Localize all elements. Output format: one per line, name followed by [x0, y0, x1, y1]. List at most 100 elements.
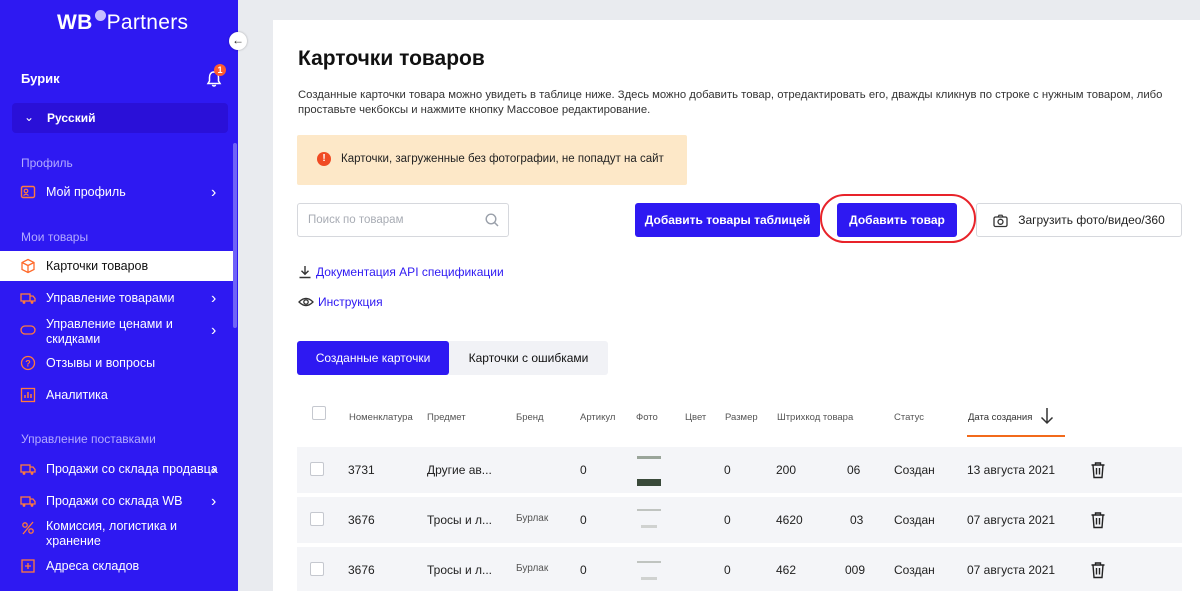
- cell-barcode-end: 009: [845, 563, 866, 577]
- chevron-right-icon: ›: [211, 322, 217, 339]
- column-header[interactable]: Артикул: [580, 412, 615, 423]
- cell-barcode: 4620: [776, 513, 803, 527]
- truck-icon: [20, 496, 36, 507]
- chevron-right-icon: ›: [211, 290, 217, 307]
- sidebar-item-label: Карточки товаров: [46, 259, 149, 273]
- table-row[interactable]: 3676 Тросы и л... Бурлак 0 0 4620 03 Соз…: [297, 497, 1182, 543]
- column-header[interactable]: Фото: [636, 412, 658, 423]
- notification-badge: 1: [214, 64, 226, 76]
- highlight-circle: [820, 194, 976, 243]
- eye-icon: [298, 297, 314, 307]
- logo[interactable]: WB Partners: [57, 10, 188, 35]
- trash-icon[interactable]: [1090, 561, 1106, 579]
- truck-icon: [20, 293, 36, 304]
- api-docs-link[interactable]: Документация API спецификации: [298, 265, 504, 279]
- sidebar-item-label: Отзывы и вопросы: [46, 356, 156, 370]
- language-selector[interactable]: ⌄ Русский: [12, 103, 228, 133]
- section-title-my-goods: Мои товары: [21, 230, 89, 244]
- cell-nomenclature: 3676: [348, 563, 375, 577]
- table-header: Номенклатура Предмет Бренд Артикул Фото …: [297, 400, 1182, 440]
- download-icon: [299, 266, 311, 279]
- sidebar-scrollbar[interactable]: [233, 143, 237, 328]
- column-header[interactable]: Цвет: [685, 412, 706, 423]
- sidebar-item-product-cards[interactable]: Карточки товаров: [0, 251, 236, 281]
- select-all-checkbox[interactable]: [312, 406, 326, 420]
- sidebar-item-label: Продажи со склада продавца: [46, 462, 218, 476]
- price-tag-icon: [20, 325, 36, 335]
- question-icon: ?: [20, 355, 36, 371]
- tab-error-cards[interactable]: Карточки с ошибками: [449, 341, 608, 375]
- column-header[interactable]: Размер: [725, 412, 758, 423]
- sidebar-item-goods-management[interactable]: Управление товарами ›: [0, 290, 236, 308]
- cell-article: 0: [580, 463, 587, 477]
- table-row[interactable]: 3676 Тросы и л... Бурлак 0 0 462 009 Соз…: [297, 547, 1182, 591]
- camera-icon: [993, 214, 1008, 227]
- trash-icon[interactable]: [1090, 511, 1106, 529]
- sidebar-item-my-profile[interactable]: Мой профиль ›: [0, 184, 236, 202]
- table-row[interactable]: 3731 Другие ав... 0 0 200 06 Создан 13 а…: [297, 447, 1182, 493]
- column-header[interactable]: Номенклатура: [349, 412, 413, 423]
- cell-barcode-end: 06: [847, 463, 861, 477]
- language-label: Русский: [47, 111, 96, 125]
- cell-date: 07 августа 2021: [967, 563, 1056, 577]
- cell-article: 0: [580, 513, 587, 527]
- cell-nomenclature: 3731: [348, 463, 375, 477]
- api-docs-label: Документация API спецификации: [316, 265, 504, 279]
- search-placeholder: Поиск по товарам: [308, 214, 404, 226]
- sidebar: WB Partners Бурик 1 ⌄ Русский Профиль Мой…: [0, 0, 238, 591]
- box-icon: [21, 258, 35, 274]
- column-header[interactable]: Бренд: [516, 412, 544, 423]
- cell-brand: Бурлак: [516, 513, 549, 524]
- main-content: Карточки товаров Созданные карточки това…: [273, 20, 1200, 591]
- sort-indicator: [967, 435, 1065, 437]
- column-header-date[interactable]: Дата создания: [968, 412, 1032, 423]
- add-goods-table-button[interactable]: Добавить товары таблицей: [635, 203, 820, 237]
- instruction-link[interactable]: Инструкция: [298, 295, 383, 309]
- column-header[interactable]: Штрихкод товара: [777, 412, 853, 423]
- sidebar-item-commission[interactable]: Комиссия, логистика и хранение: [0, 518, 236, 550]
- collapse-sidebar-icon[interactable]: ←: [229, 32, 247, 50]
- column-header[interactable]: Предмет: [427, 412, 466, 423]
- cell-status: Создан: [894, 513, 935, 527]
- row-checkbox[interactable]: [310, 462, 324, 476]
- cell-size: 0: [724, 513, 731, 527]
- chevron-right-icon: ›: [211, 461, 217, 478]
- analytics-icon: [20, 387, 36, 403]
- chevron-right-icon: ›: [211, 184, 217, 201]
- alert-banner: ! Карточки, загруженные без фотографии, …: [297, 135, 687, 185]
- product-photo: [637, 561, 661, 580]
- page-title: Карточки товаров: [298, 47, 485, 70]
- upload-media-button[interactable]: Загрузить фото/видео/360: [976, 203, 1182, 237]
- sidebar-item-label: Продажи со склада WB: [46, 494, 183, 508]
- sidebar-item-seller-warehouse[interactable]: Продажи со склада продавца ›: [0, 461, 236, 479]
- cell-status: Создан: [894, 463, 935, 477]
- truck-icon: [20, 464, 36, 475]
- search-input[interactable]: Поиск по товарам: [297, 203, 509, 237]
- tab-created-cards[interactable]: Созданные карточки: [297, 341, 449, 375]
- cell-barcode: 462: [776, 563, 797, 577]
- warning-icon: !: [317, 152, 331, 166]
- section-title-profile: Профиль: [21, 156, 73, 170]
- search-icon[interactable]: [484, 212, 500, 228]
- cell-date: 13 августа 2021: [967, 463, 1056, 477]
- location-icon: [21, 559, 35, 573]
- sidebar-item-analytics[interactable]: Аналитика: [0, 387, 236, 405]
- trash-icon[interactable]: [1090, 461, 1106, 479]
- user-name[interactable]: Бурик: [21, 71, 60, 86]
- cell-subject: Другие ав...: [427, 463, 492, 477]
- row-checkbox[interactable]: [310, 512, 324, 526]
- sidebar-item-wb-warehouse[interactable]: Продажи со склада WB ›: [0, 493, 236, 511]
- column-header[interactable]: Статус: [894, 412, 924, 423]
- sort-arrow-down-icon[interactable]: [1040, 407, 1054, 425]
- cell-barcode: 200: [776, 463, 797, 477]
- logo-partners: Partners: [106, 11, 189, 34]
- sidebar-item-warehouse-addresses[interactable]: Адреса складов: [0, 558, 236, 576]
- sidebar-item-prices[interactable]: Управление ценами и скидками ›: [0, 316, 236, 348]
- sidebar-item-label: Аналитика: [46, 388, 108, 402]
- row-checkbox[interactable]: [310, 562, 324, 576]
- sidebar-item-label: Управление ценами и скидками: [46, 317, 173, 346]
- sidebar-item-reviews[interactable]: ? Отзывы и вопросы: [0, 355, 236, 373]
- sidebar-item-label: Управление товарами: [46, 291, 175, 305]
- cell-nomenclature: 3676: [348, 513, 375, 527]
- chevron-right-icon: ›: [211, 493, 217, 510]
